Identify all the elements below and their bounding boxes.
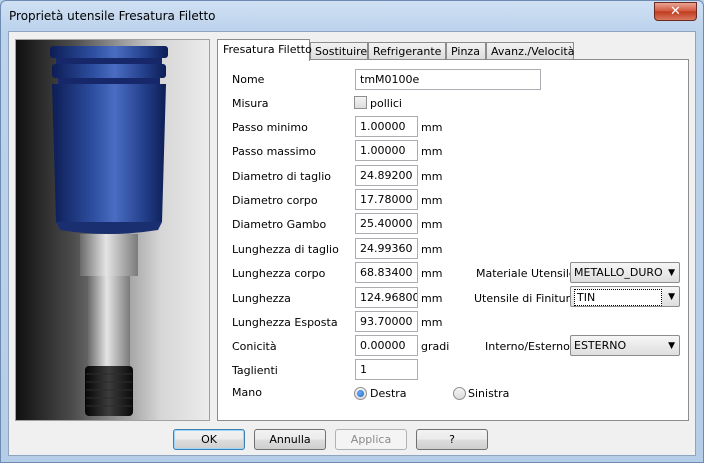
unit-label: mm xyxy=(421,292,443,305)
nome-label: Nome xyxy=(232,73,265,86)
field-label: Passo minimo xyxy=(232,121,308,134)
nome-input[interactable]: tmM0100e xyxy=(355,69,541,90)
field-label: Lunghezza xyxy=(232,292,291,305)
chevron-down-icon: ▼ xyxy=(668,341,675,351)
tool-preview xyxy=(15,39,210,421)
unit-label: mm xyxy=(421,267,443,280)
field-label: Lunghezza corpo xyxy=(232,267,326,280)
chevron-down-icon: ▼ xyxy=(668,268,675,278)
unit-label: mm xyxy=(421,170,443,183)
sinistra-radio[interactable] xyxy=(453,387,466,400)
field-label: Lunghezza di taglio xyxy=(232,243,339,256)
interno-esterno-select[interactable]: ESTERNO ▼ xyxy=(570,335,680,356)
ok-button[interactable]: OK xyxy=(173,429,245,450)
conicita-input[interactable]: 0.00000 xyxy=(355,335,418,356)
materiale-utensile-label: Materiale Utensile xyxy=(476,267,576,280)
field-label: Conicità xyxy=(232,340,277,353)
materiale-utensile-select[interactable]: METALLO_DURO ▼ xyxy=(570,262,680,283)
tab-pinza[interactable]: Pinza xyxy=(446,42,486,60)
applica-button[interactable]: Applica xyxy=(335,429,407,450)
diametro-gambo-input[interactable]: 25.40000 xyxy=(355,213,418,234)
field-label: Diametro di taglio xyxy=(232,170,331,183)
taglienti-input[interactable]: 1 xyxy=(355,359,418,380)
tab-refrigerante[interactable]: Refrigerante xyxy=(368,42,446,60)
materiale-utensile-value: METALLO_DURO xyxy=(574,266,663,279)
unit-label: mm xyxy=(421,316,443,329)
dialog-client-area: Fresatura Filetto Sostituire Refrigerant… xyxy=(8,31,696,456)
mano-label: Mano xyxy=(232,386,262,399)
annulla-button[interactable]: Annulla xyxy=(254,429,326,450)
chevron-down-icon: ▼ xyxy=(668,292,675,302)
tab-sostituire[interactable]: Sostituire xyxy=(310,42,368,60)
lunghezza-corpo-input[interactable]: 68.83400 xyxy=(355,262,418,283)
close-icon: ✕ xyxy=(670,4,681,19)
dialog-window: Proprietà utensile Fresatura Filetto ✕ F… xyxy=(0,0,704,463)
field-label: Diametro corpo xyxy=(232,194,318,207)
unit-label: mm xyxy=(421,145,443,158)
close-button[interactable]: ✕ xyxy=(654,2,697,21)
pollici-label: pollici xyxy=(370,97,402,110)
utensile-finitura-select[interactable]: TIN ▼ xyxy=(570,286,680,307)
tab-fresatura-filetto[interactable]: Fresatura Filetto xyxy=(217,39,312,61)
destra-radio[interactable] xyxy=(354,387,367,400)
field-label: Lunghezza Esposta xyxy=(232,316,338,329)
help-button[interactable]: ? xyxy=(416,429,488,450)
utensile-finitura-label: Utensile di Finitura xyxy=(474,292,577,305)
field-label: Passo massimo xyxy=(232,145,316,158)
field-label: Taglienti xyxy=(232,364,278,377)
lunghezza-input[interactable]: 124.96800 xyxy=(355,287,418,308)
utensile-finitura-value: TIN xyxy=(574,289,662,306)
unit-label: gradi xyxy=(421,340,450,353)
passo-massimo-input[interactable]: 1.00000 xyxy=(355,140,418,161)
diametro-corpo-input[interactable]: 17.78000 xyxy=(355,189,418,210)
title-bar[interactable]: Proprietà utensile Fresatura Filetto ✕ xyxy=(1,1,703,31)
field-label: Diametro Gambo xyxy=(232,218,327,231)
lunghezza-taglio-input[interactable]: 24.99360 xyxy=(355,238,418,259)
sinistra-label: Sinistra xyxy=(468,387,510,400)
pollici-checkbox[interactable] xyxy=(354,96,367,109)
window-title: Proprietà utensile Fresatura Filetto xyxy=(9,9,216,23)
tab-panel-fresatura-filetto: Nome tmM0100e Misura pollici Passo minim… xyxy=(217,59,689,421)
interno-esterno-label: Interno/Esterno xyxy=(485,340,570,353)
unit-label: mm xyxy=(421,194,443,207)
thread-mill-tool-image xyxy=(50,46,168,416)
diametro-taglio-input[interactable]: 24.89200 xyxy=(355,165,418,186)
misura-label: Misura xyxy=(232,97,269,110)
unit-label: mm xyxy=(421,243,443,256)
tab-avanz-velocita[interactable]: Avanz./Velocità xyxy=(486,42,574,60)
unit-label: mm xyxy=(421,121,443,134)
lunghezza-esposta-input[interactable]: 93.70000 xyxy=(355,311,418,332)
destra-label: Destra xyxy=(370,387,407,400)
unit-label: mm xyxy=(421,218,443,231)
interno-esterno-value: ESTERNO xyxy=(574,339,627,352)
passo-minimo-input[interactable]: 1.00000 xyxy=(355,116,418,137)
